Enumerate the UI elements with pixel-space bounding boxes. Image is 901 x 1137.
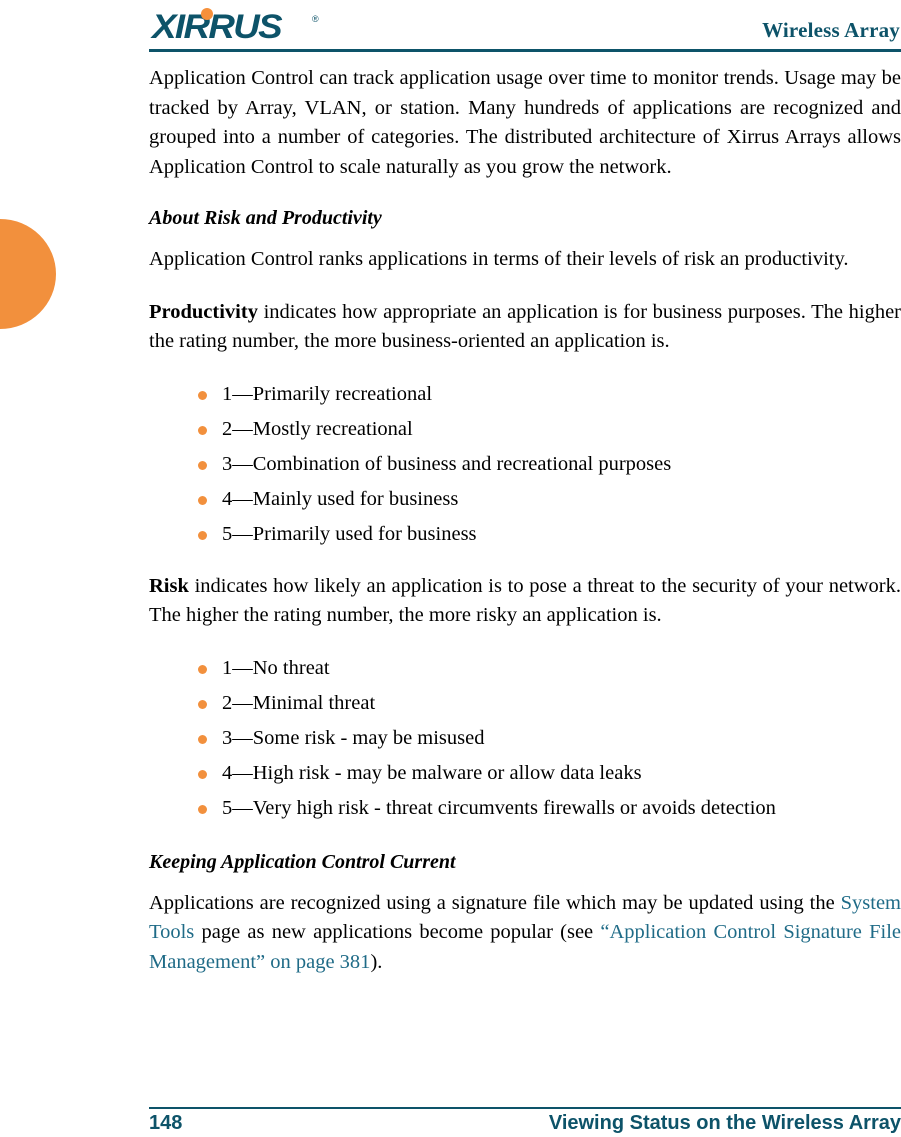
risk-text: indicates how likely an application is t… — [149, 574, 901, 627]
document-page: XIRRUS ® Wireless Array Application Cont… — [0, 0, 901, 1137]
risk-levels-list: 1—No threat 2—Minimal threat 3—Some risk… — [149, 651, 901, 826]
header-title: Wireless Array — [762, 18, 900, 42]
footer-section-title: Viewing Status on the Wireless Array — [548, 1112, 901, 1134]
logo-registered-icon: ® — [312, 14, 319, 24]
heading-about-risk-and-productivity: About Risk and Productivity — [149, 207, 382, 229]
logo-wordmark: XIRRUS — [152, 8, 283, 46]
footer-rule — [149, 1107, 901, 1109]
list-item-label: 3—Some risk - may be misused — [222, 726, 485, 749]
productivity-levels-list: 1—Primarily recreational 2—Mostly recrea… — [149, 377, 901, 552]
productivity-paragraph: Productivity indicates how appropriate a… — [149, 298, 901, 357]
bullet-dot-icon — [198, 390, 207, 400]
list-item-label: 4—Mainly used for business — [222, 487, 459, 510]
list-item: 3—Combination of business and recreation… — [149, 447, 901, 482]
list-item: 1—Primarily recreational — [149, 377, 901, 412]
bullet-dot-icon — [198, 769, 207, 779]
intro-paragraph: Application Control can track applicatio… — [149, 67, 901, 178]
list-item-label: 1—Primarily recreational — [222, 382, 433, 405]
edge-tab-decoration — [0, 219, 56, 329]
xirrus-logo: XIRRUS ® — [152, 6, 332, 44]
list-item: 1—No threat — [149, 651, 901, 686]
list-item-label: 1—No threat — [222, 656, 330, 679]
list-item-label: 2—Minimal threat — [222, 691, 376, 714]
risk-paragraph: Risk indicates how likely an application… — [149, 572, 901, 631]
keeping-current-paragraph: Applications are recognized using a sign… — [149, 889, 901, 978]
list-item-label: 3—Combination of business and recreation… — [222, 452, 672, 475]
productivity-text: indicates how appropriate an application… — [149, 300, 901, 353]
heading-keeping-application-control-current: Keeping Application Control Current — [149, 850, 456, 873]
productivity-label: Productivity — [149, 300, 258, 323]
bullet-dot-icon — [198, 530, 207, 540]
risk-productivity-paragraph: Application Control ranks applications i… — [149, 248, 849, 270]
risk-label: Risk — [149, 574, 189, 597]
header-rule — [149, 49, 901, 52]
bullet-dot-icon — [198, 664, 207, 674]
page-footer: 148 Viewing Status on the Wireless Array — [149, 1112, 901, 1137]
list-item: 3—Some risk - may be misused — [149, 721, 901, 756]
keeping-current-text-3: ). — [370, 950, 383, 973]
list-item: 2—Mostly recreational — [149, 412, 901, 447]
keeping-current-text-2: page as new applications become popular … — [194, 921, 601, 943]
page-number: 148 — [149, 1112, 183, 1134]
bullet-dot-icon — [198, 699, 207, 709]
bullet-dot-icon — [198, 425, 207, 435]
list-item-label: 4—High risk - may be malware or allow da… — [222, 761, 642, 784]
list-item-label: 5—Primarily used for business — [222, 522, 477, 545]
logo-dot-icon — [201, 8, 213, 20]
list-item: 5—Primarily used for business — [149, 517, 901, 552]
page-header: XIRRUS ® Wireless Array — [0, 0, 901, 56]
list-item: 5—Very high risk - threat circumvents fi… — [149, 791, 901, 826]
list-item: 4—Mainly used for business — [149, 482, 901, 517]
keeping-current-text-1: Applications are recognized using a sign… — [149, 891, 841, 914]
list-item-label: 5—Very high risk - threat circumvents fi… — [222, 796, 776, 819]
bullet-dot-icon — [198, 804, 207, 814]
bullet-dot-icon — [198, 734, 207, 744]
list-item-label: 2—Mostly recreational — [222, 417, 413, 440]
list-item: 4—High risk - may be malware or allow da… — [149, 756, 901, 791]
list-item: 2—Minimal threat — [149, 686, 901, 721]
bullet-dot-icon — [198, 495, 207, 505]
page-content: Application Control can track applicatio… — [149, 64, 901, 977]
bullet-dot-icon — [198, 460, 207, 470]
